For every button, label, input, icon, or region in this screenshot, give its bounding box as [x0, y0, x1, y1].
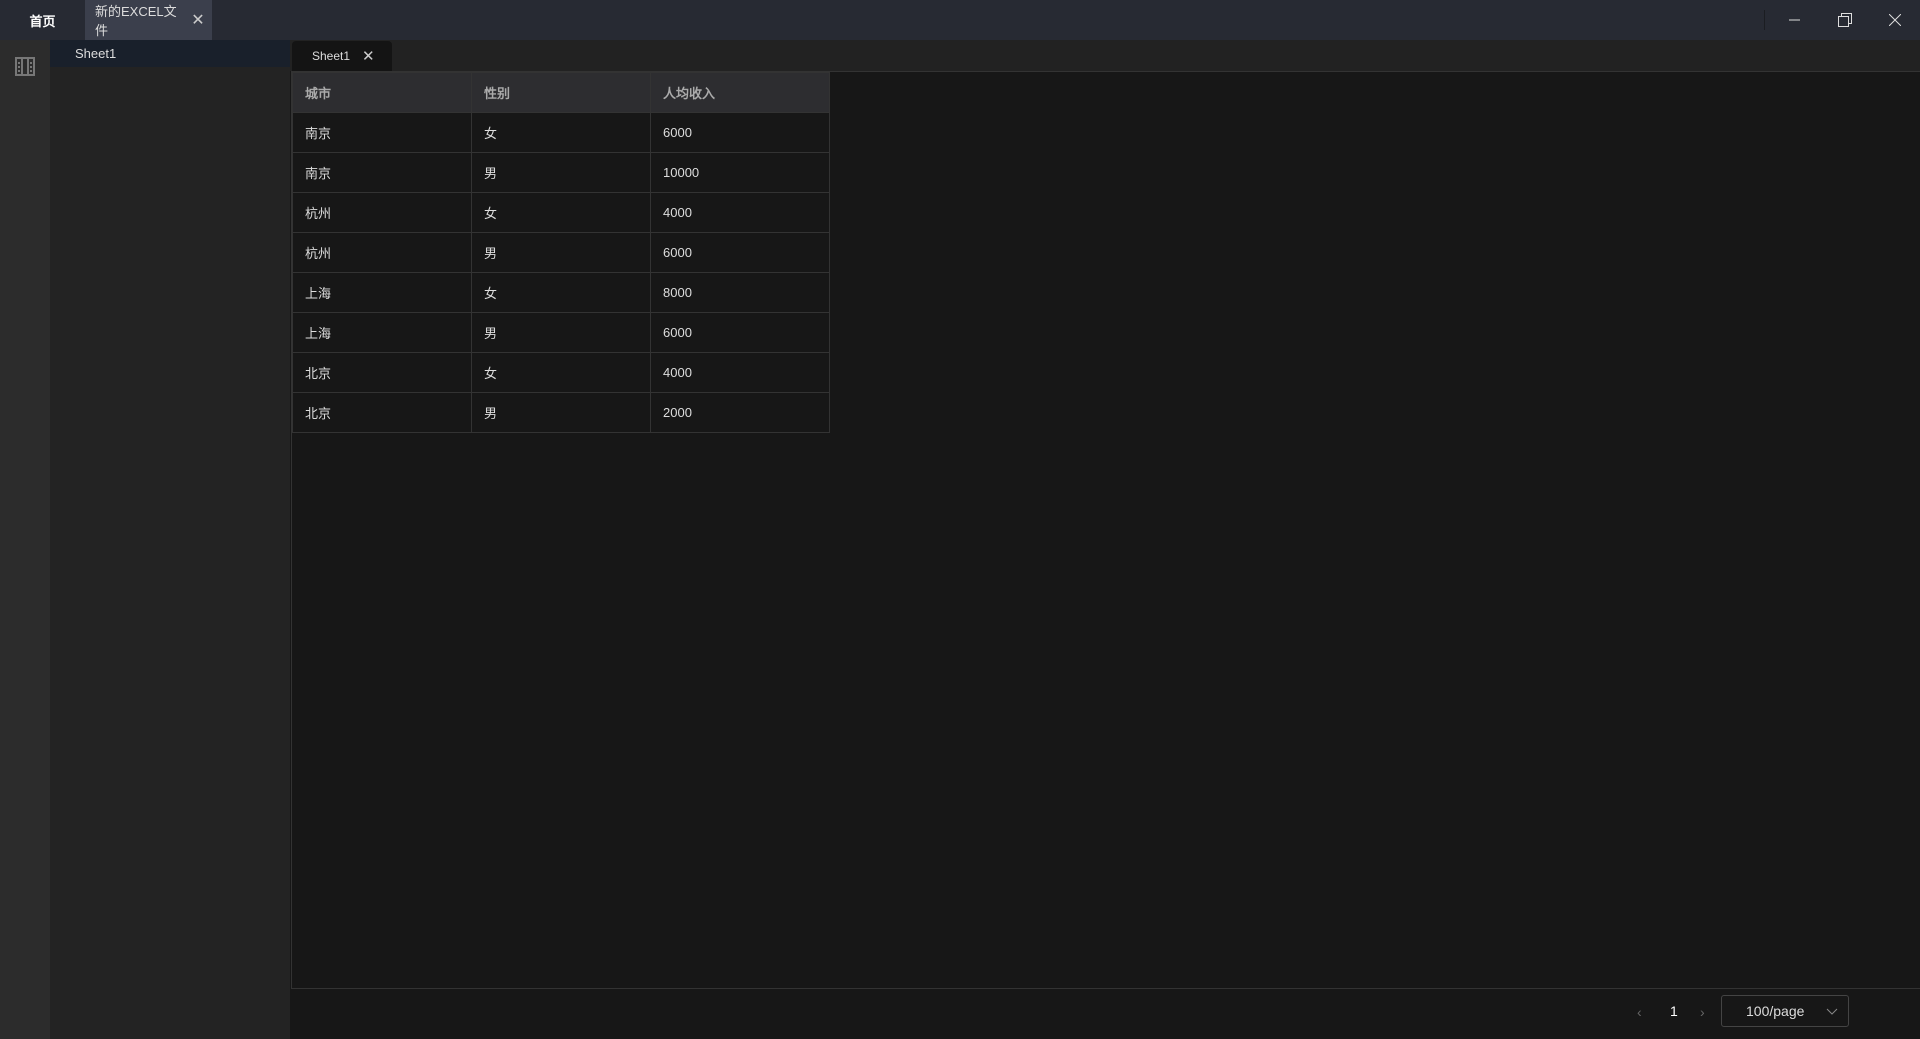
table-row: 北京女 4000 [292, 352, 830, 393]
page-size-select[interactable]: 100/page [1721, 995, 1849, 1027]
table-cell[interactable]: 男 [471, 232, 651, 273]
table-cell[interactable]: 2000 [650, 392, 830, 433]
table-row: 上海女 8000 [292, 272, 830, 313]
table-row: 杭州女 4000 [292, 192, 830, 233]
table-cell[interactable]: 4000 [650, 192, 830, 233]
title-bar: 首页 新的EXCEL文件 ✕ [0, 0, 1920, 40]
tab-label: Sheet1 [312, 49, 351, 63]
next-page-icon[interactable]: › [1700, 1004, 1705, 1020]
table-cell[interactable]: 10000 [650, 152, 830, 193]
table-row: 南京男 10000 [292, 152, 830, 193]
table-cell[interactable]: 南京 [292, 112, 472, 153]
table-cell[interactable]: 4000 [650, 352, 830, 393]
table-cell[interactable]: 6000 [650, 112, 830, 153]
tab-label: 新的EXCEL文件 [95, 4, 177, 38]
tab-label: 首页 [29, 13, 56, 29]
column-header[interactable]: 性别 [471, 72, 651, 113]
close-icon[interactable]: ✕ [184, 10, 212, 30]
table-cell[interactable]: 6000 [650, 312, 830, 353]
table-cell[interactable]: 8000 [650, 272, 830, 313]
restore-button[interactable] [1820, 0, 1870, 40]
table-row: 杭州男 6000 [292, 232, 830, 273]
table-cell[interactable]: 男 [471, 312, 651, 353]
table-cell[interactable]: 女 [471, 192, 651, 233]
table-cell[interactable]: 6000 [650, 232, 830, 273]
table-row: 南京女 6000 [292, 112, 830, 153]
tab-home[interactable]: 首页 [0, 0, 85, 40]
table-cell[interactable]: 杭州 [292, 232, 472, 273]
table-cell[interactable]: 上海 [292, 272, 472, 313]
table-cell[interactable]: 女 [471, 352, 651, 393]
sheet-tab-strip [290, 40, 1920, 71]
sheet-content: 城市 性别 人均收入 南京女 6000 南京男 10000 杭州女 4000 杭州男 6000… [291, 71, 1920, 989]
table-cell[interactable]: 北京 [292, 392, 472, 433]
chevron-down-icon [1826, 1002, 1838, 1023]
table-row: 上海男 6000 [292, 312, 830, 353]
divider [1764, 10, 1765, 30]
data-table: 城市 性别 人均收入 南京女 6000 南京男 10000 杭州女 4000 杭州男 6000… [292, 72, 830, 433]
table-cell[interactable]: 北京 [292, 352, 472, 393]
building-icon[interactable] [14, 55, 36, 80]
current-page[interactable]: 1 [1670, 1003, 1678, 1019]
tab-excel-file[interactable]: 新的EXCEL文件 ✕ [85, 0, 212, 40]
sheet-sidebar: Sheet1 [50, 40, 290, 1039]
close-window-button[interactable] [1870, 0, 1920, 40]
pagination-bar: ‹ 1 › 100/page [290, 989, 1920, 1039]
tab-sheet1[interactable]: Sheet1 ✕ [292, 41, 392, 71]
column-header[interactable]: 人均收入 [650, 72, 830, 113]
minimize-button[interactable] [1770, 0, 1820, 40]
column-header[interactable]: 城市 [292, 72, 472, 113]
close-icon[interactable]: ✕ [362, 47, 375, 65]
table-header-row: 城市 性别 人均收入 [292, 72, 830, 113]
page-size-value: 100/page [1746, 1003, 1805, 1019]
icon-bar [0, 40, 50, 1039]
table-cell[interactable]: 女 [471, 112, 651, 153]
table-cell[interactable]: 男 [471, 152, 651, 193]
table-row: 北京男 2000 [292, 392, 830, 433]
table-cell[interactable]: 杭州 [292, 192, 472, 233]
table-cell[interactable]: 南京 [292, 152, 472, 193]
prev-page-icon[interactable]: ‹ [1637, 1004, 1642, 1020]
sidebar-item-label: Sheet1 [75, 46, 117, 61]
table-cell[interactable]: 上海 [292, 312, 472, 353]
table-cell[interactable]: 男 [471, 392, 651, 433]
sidebar-item-sheet1[interactable]: Sheet1 [50, 40, 290, 67]
table-cell[interactable]: 女 [471, 272, 651, 313]
